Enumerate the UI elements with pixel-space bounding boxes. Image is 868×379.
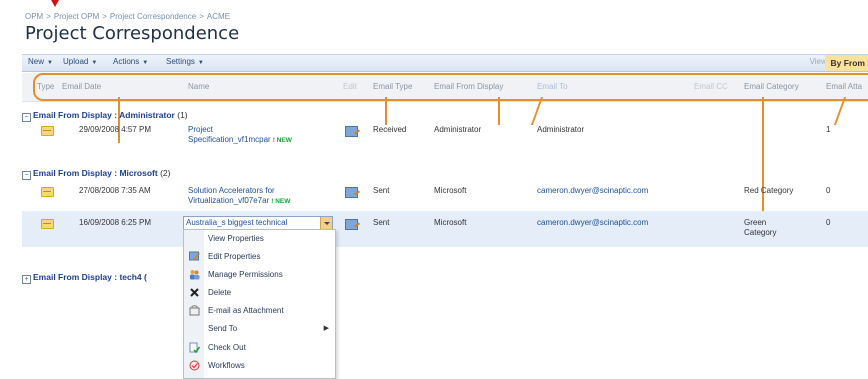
group-header-tech4[interactable]: + Email From Display : tech4 ( [22,272,147,284]
email-type: Sent [373,186,390,195]
actions-menu[interactable]: Actions ▼ [113,57,148,66]
menu-item-edit-properties[interactable]: Edit Properties [184,248,335,266]
email-attachment-icon [189,305,200,316]
email-date: 16/09/2008 6:25 PM [79,218,152,227]
email-from: Administrator [434,125,482,134]
chevron-down-icon: ▼ [142,60,149,66]
new-menu[interactable]: New ▼ [28,57,53,66]
email-type: Sent [373,218,390,227]
email-name-line1[interactable]: Project [188,125,213,134]
email-from: Microsoft [434,218,467,227]
new-badge: ! NEW [271,198,291,205]
breadcrumb-item-project-correspondence[interactable]: Project Correspondence [110,12,196,21]
chevron-down-icon: ▼ [197,60,204,66]
email-name-line1[interactable]: Solution Accelerators for [188,186,275,195]
delete-x-icon [190,288,199,297]
collapse-icon[interactable]: − [22,171,31,180]
email-type: Received [373,125,407,134]
breadcrumb: OPM > Project OPM > Project Correspondence > A… [25,12,230,21]
email-from: Microsoft [434,186,467,195]
email-to[interactable]: cameron.dwyer@scinaptic.com [537,218,648,227]
email-to[interactable]: cameron.dwyer@scinaptic.com [537,186,648,195]
email-name-line1[interactable]: Australia_s biggest technical [186,218,287,227]
email-attachments: 1 [826,125,831,134]
menu-item-check-out[interactable]: Check Out [184,339,335,357]
people-icon [190,270,200,280]
breadcrumb-item-acme: ACME [206,12,230,21]
email-date: 29/09/2008 4:57 PM [79,125,152,134]
red-arrow-marker [50,0,60,7]
breadcrumb-item-project-opm[interactable]: Project OPM [54,12,99,21]
email-category-line2: Category [744,228,777,237]
email-name-line2[interactable]: Virtualization_vf07e7ar! NEW [188,196,290,205]
edit-icon[interactable] [345,126,358,137]
settings-menu[interactable]: Settings ▼ [166,57,204,66]
item-context-menu: View Properties Edit Properties Manage P… [183,229,336,379]
annotation-highlight-box [33,73,868,101]
menu-item-view-properties[interactable]: View Properties [184,230,335,248]
email-category: Red Category [744,186,794,195]
email-attachments: 0 [826,186,831,195]
new-badge: ! NEW [272,137,292,144]
upload-menu[interactable]: Upload ▼ [63,57,97,66]
workflows-icon [189,360,200,371]
breadcrumb-item-opm[interactable]: OPM [25,12,43,21]
annotation-callout-line [498,97,500,125]
submenu-arrow-icon: ▶ [323,325,329,332]
group-header-microsoft[interactable]: − Email From Display : Microsoft (2) [22,168,170,180]
list-toolbar: New ▼ Upload ▼ Actions ▼ Settings ▼ View: By… [22,54,868,72]
menu-item-delete[interactable]: Delete [184,284,335,302]
email-category-line1: Green [744,218,767,227]
collapse-icon[interactable]: − [22,113,31,122]
selected-row-highlight [22,211,868,247]
email-icon [41,126,54,136]
menu-item-workflows[interactable]: Workflows [184,357,335,375]
view-selector[interactable]: By From [824,55,868,71]
edit-icon[interactable] [345,219,358,230]
email-icon [41,187,54,197]
email-icon [41,219,54,229]
menu-item-email-as-attachment[interactable]: E-mail as Attachment [184,302,335,320]
chevron-down-icon: ▼ [47,60,53,66]
email-date: 27/08/2008 7:35 AM [79,186,151,195]
menu-item-manage-permissions[interactable]: Manage Permissions [184,266,335,284]
expand-icon[interactable]: + [22,275,31,284]
group-header-administrator[interactable]: − Email From Display : Administrator (1) [22,110,188,122]
page-title: Project Correspondence [25,23,240,44]
menu-item-send-to[interactable]: Send To ▶ [184,320,335,338]
edit-properties-icon [189,251,200,261]
edit-icon[interactable] [345,187,358,198]
email-name-line2[interactable]: Specification_vf1mcpar! NEW [188,135,292,144]
check-out-icon [189,342,200,353]
email-to: Administrator [537,125,585,134]
chevron-down-icon: ▼ [91,60,98,66]
email-attachments: 0 [826,218,831,227]
annotation-callout-line [385,97,387,125]
